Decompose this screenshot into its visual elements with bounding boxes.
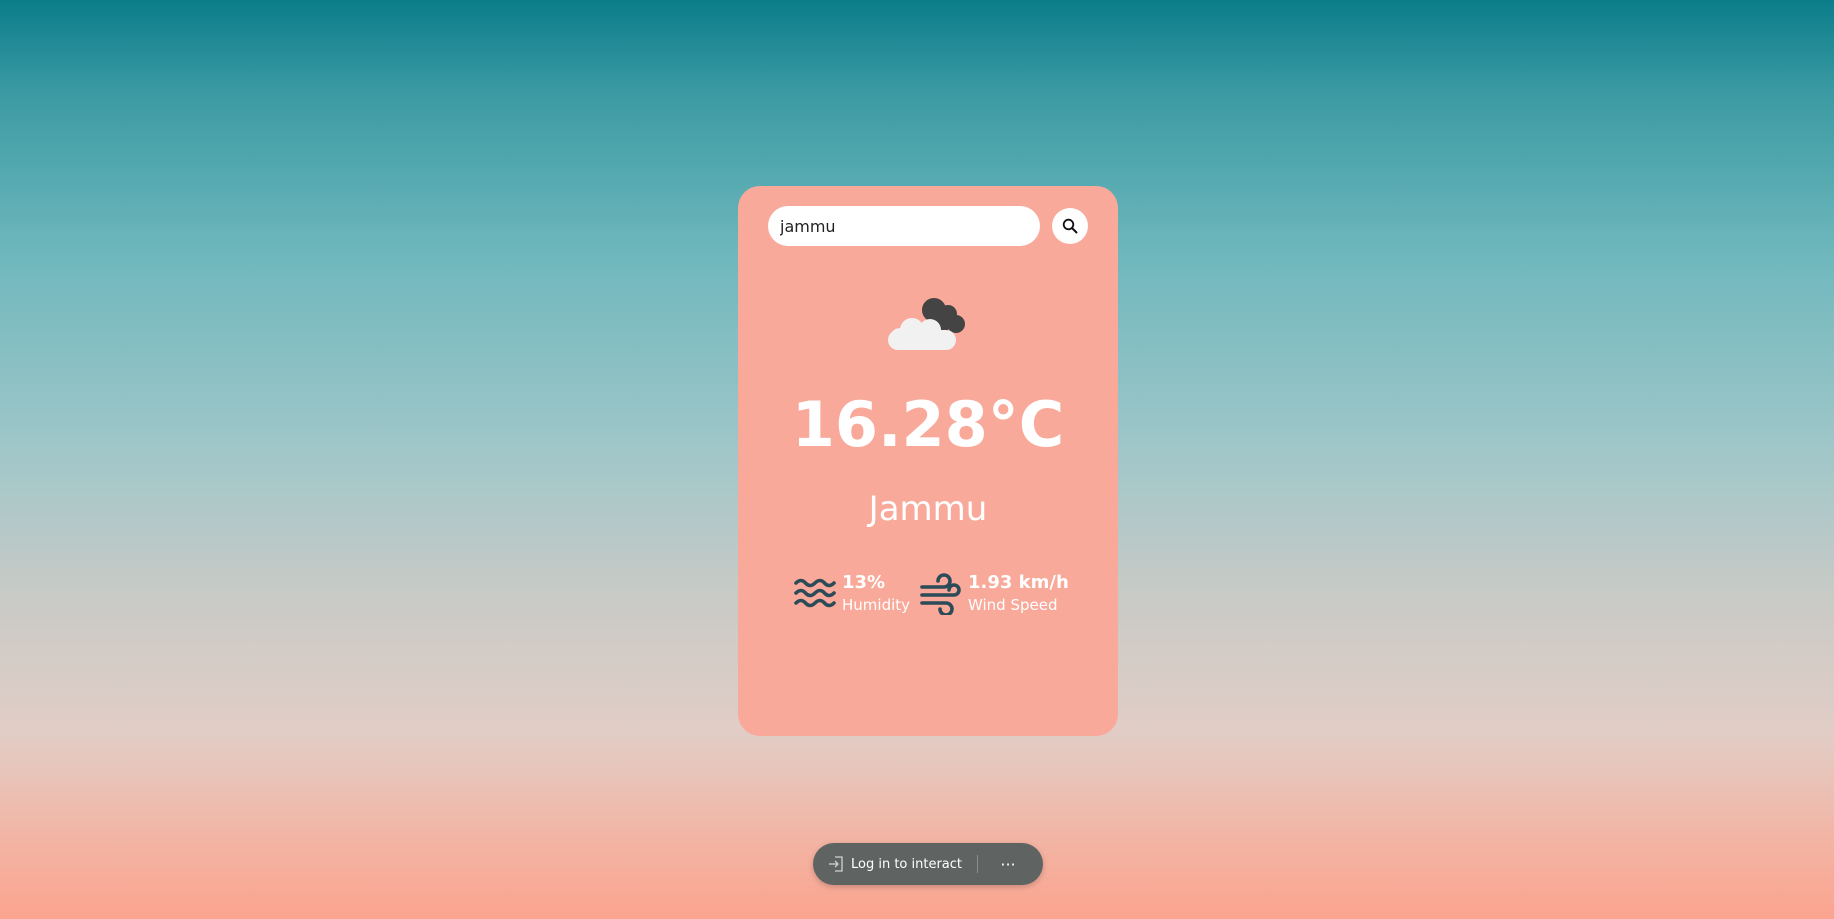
login-label: Log in to interact [851, 856, 963, 872]
city-name: Jammu [868, 489, 988, 529]
wind-icon [920, 573, 961, 615]
humidity-label: Humidity [842, 596, 911, 614]
city-search-input[interactable] [768, 206, 1040, 246]
login-overlay: Log in to interact ··· [813, 843, 1043, 885]
login-button[interactable]: Log in to interact [813, 843, 977, 885]
humidity-value: 13% [842, 572, 886, 593]
search-bar [768, 206, 1088, 246]
weather-details: 13% Humidity 1.93 km/h Wind Speed [794, 572, 1074, 628]
search-button[interactable] [1052, 208, 1088, 244]
more-options-button[interactable]: ··· [988, 843, 1028, 885]
login-icon [829, 856, 843, 872]
humidity-detail: 13% Humidity [794, 572, 910, 616]
wind-label: Wind Speed [968, 596, 1058, 614]
wind-detail: 1.93 km/h Wind Speed [920, 572, 1069, 616]
humidity-text: 13% Humidity [842, 572, 910, 616]
humidity-waves-icon [794, 578, 836, 608]
wind-text: 1.93 km/h Wind Speed [968, 572, 1069, 616]
pill-divider [977, 855, 978, 873]
search-icon [1062, 218, 1078, 234]
weather-card: 16.28°C Jammu 13% Humidity [738, 186, 1118, 736]
cloud-icon [888, 298, 965, 350]
wind-value: 1.93 km/h [968, 572, 1069, 593]
more-icon: ··· [1000, 854, 1016, 874]
temperature: 16.28°C [791, 388, 1065, 461]
